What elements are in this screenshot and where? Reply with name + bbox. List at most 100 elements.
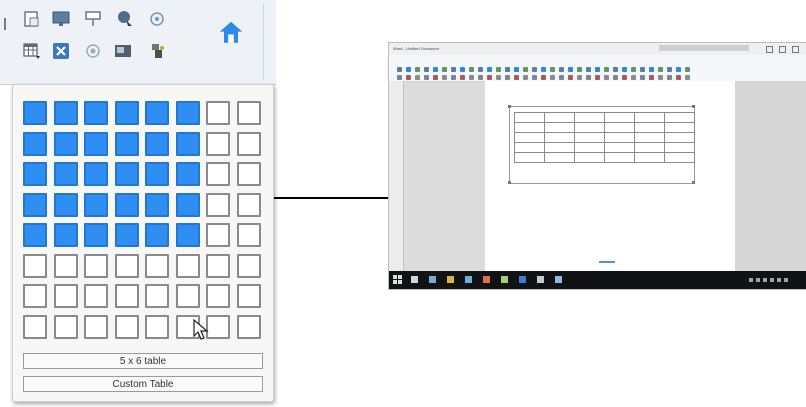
toolbar-button[interactable] xyxy=(406,75,411,80)
users-icon[interactable] xyxy=(114,8,136,30)
grid-cell[interactable] xyxy=(236,101,261,125)
monitor-icon[interactable] xyxy=(50,8,72,30)
toolbar-button[interactable] xyxy=(487,67,492,72)
settings-icon[interactable] xyxy=(537,276,544,283)
table-cell[interactable] xyxy=(634,152,665,163)
toolbar-button[interactable] xyxy=(640,75,645,80)
toolbar-button[interactable] xyxy=(451,67,456,72)
grid-cell-selected[interactable] xyxy=(114,223,139,247)
close-icon[interactable] xyxy=(792,45,799,53)
table-cell[interactable] xyxy=(604,112,635,123)
grid-cell[interactable] xyxy=(23,284,47,308)
toolbar-button[interactable] xyxy=(523,67,528,72)
toolbar-button[interactable] xyxy=(568,75,573,80)
grid-cell-selected[interactable] xyxy=(53,101,78,125)
toolbar-button[interactable] xyxy=(442,67,447,72)
grid-cell[interactable] xyxy=(84,314,108,339)
toolbar-button[interactable] xyxy=(424,75,429,80)
blank-page-icon[interactable] xyxy=(20,8,42,30)
grid-cell[interactable] xyxy=(84,284,108,308)
toolbar-button[interactable] xyxy=(496,67,501,72)
custom-table-button[interactable]: Custom Table xyxy=(23,376,263,392)
grid-cell-selected[interactable] xyxy=(114,101,139,125)
close-box-icon[interactable] xyxy=(50,40,72,62)
toolbar-button[interactable] xyxy=(676,67,681,72)
toolbar-button[interactable] xyxy=(505,75,510,80)
grid-cell-selected[interactable] xyxy=(175,101,200,125)
grid-cell-selected[interactable] xyxy=(23,101,47,125)
table-cell[interactable] xyxy=(604,132,635,143)
grid-cell[interactable] xyxy=(145,253,169,278)
toolbar-button[interactable] xyxy=(478,67,483,72)
toolbar-button[interactable] xyxy=(460,75,465,80)
grid-cell-selected[interactable] xyxy=(84,192,108,217)
table-cell[interactable] xyxy=(514,112,545,123)
toolbar-button[interactable] xyxy=(424,67,429,72)
toolbar-button[interactable] xyxy=(397,75,402,80)
grid-cell[interactable] xyxy=(53,284,78,308)
resize-handle[interactable] xyxy=(508,181,511,184)
toolbar-button[interactable] xyxy=(469,75,474,80)
grid-cell[interactable] xyxy=(206,192,230,217)
grid-cell-selected[interactable] xyxy=(175,162,200,186)
mail-icon[interactable] xyxy=(501,276,508,283)
toolbar-button[interactable] xyxy=(505,67,510,72)
toolbar-button[interactable] xyxy=(433,75,438,80)
toolbar-button[interactable] xyxy=(532,67,537,72)
toolbar-button[interactable] xyxy=(523,75,528,80)
table-cell[interactable] xyxy=(604,142,635,153)
toolbar-button[interactable] xyxy=(640,67,645,72)
toolbar-button[interactable] xyxy=(550,67,555,72)
toolbar-button[interactable] xyxy=(595,67,600,72)
table-cell[interactable] xyxy=(664,132,695,143)
table-cell[interactable] xyxy=(634,112,665,123)
table-cell[interactable] xyxy=(574,142,605,153)
toolbar-button[interactable] xyxy=(559,75,564,80)
grid-cell[interactable] xyxy=(206,101,230,125)
grid-cell-selected[interactable] xyxy=(53,162,78,186)
toolbar-button[interactable] xyxy=(631,75,636,80)
grid-cell-selected[interactable] xyxy=(84,162,108,186)
table-cell[interactable] xyxy=(634,132,665,143)
grid-cell-selected[interactable] xyxy=(84,223,108,247)
home-icon[interactable] xyxy=(216,18,246,48)
toolbar-button[interactable] xyxy=(406,67,411,72)
toolbar-button[interactable] xyxy=(658,67,663,72)
grid-cell[interactable] xyxy=(236,223,261,247)
table-cell[interactable] xyxy=(514,132,545,143)
toolbar-button[interactable] xyxy=(550,75,555,80)
grid-cell-selected[interactable] xyxy=(23,223,47,247)
start-icon[interactable] xyxy=(393,275,402,284)
grid-cell[interactable] xyxy=(236,253,261,278)
grid-cell[interactable] xyxy=(114,314,139,339)
toolbar-button[interactable] xyxy=(649,67,654,72)
grid-cell[interactable] xyxy=(236,162,261,186)
grid-cell[interactable] xyxy=(145,284,169,308)
table-cell[interactable] xyxy=(544,122,575,133)
grid-cell[interactable] xyxy=(206,253,230,278)
grid-cell-selected[interactable] xyxy=(114,162,139,186)
table-cell[interactable] xyxy=(544,152,575,163)
grid-cell[interactable] xyxy=(236,314,261,339)
toolbar-button[interactable] xyxy=(622,67,627,72)
toolbar-button[interactable] xyxy=(613,75,618,80)
toolbar-button[interactable] xyxy=(451,75,456,80)
grid-cell[interactable] xyxy=(53,253,78,278)
toolbar-button[interactable] xyxy=(658,75,663,80)
toolbar-button[interactable] xyxy=(496,75,501,80)
search-box[interactable] xyxy=(659,45,749,51)
table-cell[interactable] xyxy=(634,122,665,133)
toolbar-button[interactable] xyxy=(415,67,420,72)
grid-cell[interactable] xyxy=(23,253,47,278)
toolbar-button[interactable] xyxy=(649,75,654,80)
toolbar-button[interactable] xyxy=(568,67,573,72)
resize-handle[interactable] xyxy=(508,105,511,108)
table-cell[interactable] xyxy=(544,112,575,123)
table-cell[interactable] xyxy=(514,142,545,153)
grid-cell-selected[interactable] xyxy=(175,192,200,217)
word-icon[interactable] xyxy=(519,276,526,283)
table-cell[interactable] xyxy=(664,112,695,123)
grid-cell[interactable] xyxy=(145,314,169,339)
toolbar-button[interactable] xyxy=(541,75,546,80)
table-cell[interactable] xyxy=(574,122,605,133)
